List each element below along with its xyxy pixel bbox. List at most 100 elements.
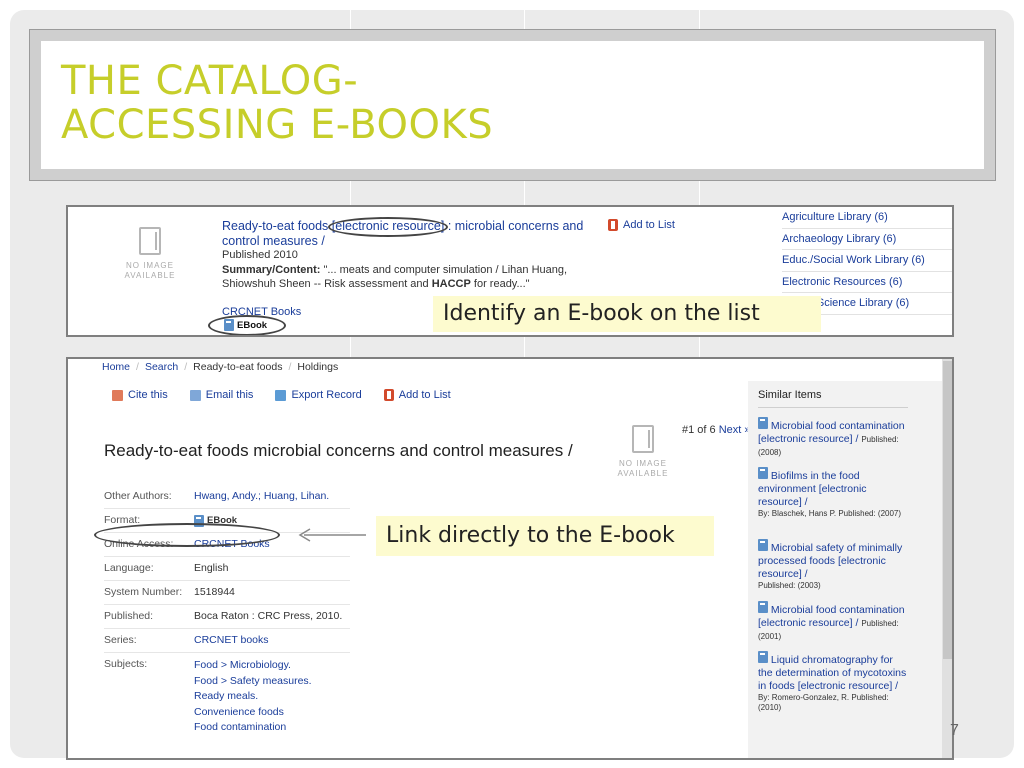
authors-link[interactable]: Hwang, Andy.; Huang, Lihan. bbox=[194, 490, 329, 503]
no-image-label: NO IMAGE bbox=[125, 261, 174, 270]
page-number: 7 bbox=[950, 722, 959, 739]
detail-label: Subjects: bbox=[104, 658, 148, 670]
add-to-list-button[interactable]: Add to List bbox=[383, 389, 451, 401]
detail-row: Subjects: Food > Microbiology. Food > Sa… bbox=[104, 653, 350, 741]
detail-label: System Number: bbox=[104, 586, 183, 598]
cite-this-label: Cite this bbox=[128, 389, 168, 401]
email-icon bbox=[189, 389, 201, 401]
add-to-list-button[interactable]: Add to List bbox=[608, 219, 675, 231]
no-image-placeholder: NO IMAGE AVAILABLE bbox=[120, 227, 180, 281]
results-list-screenshot: NO IMAGE AVAILABLE Ready-to-eat foods [e… bbox=[66, 205, 954, 337]
detail-label: Other Authors: bbox=[104, 490, 172, 502]
ebook-icon bbox=[758, 651, 768, 663]
similar-item[interactable]: Microbial safety of minimally processed … bbox=[758, 539, 908, 591]
record-pagination: #1 of 6 Next » bbox=[682, 424, 751, 436]
subject-link[interactable]: Food > Microbiology. bbox=[194, 658, 312, 674]
similar-item-title: Biofilms in the food environment [electr… bbox=[758, 470, 867, 508]
summary-label: Summary/Content: bbox=[222, 264, 321, 276]
detail-row: System Number: 1518944 bbox=[104, 581, 350, 605]
ebook-icon bbox=[758, 467, 768, 479]
similar-item-meta: By: Romero-Gonzalez, R. Published: (2010… bbox=[758, 693, 889, 712]
email-this-label: Email this bbox=[205, 389, 254, 401]
similar-item-meta: By: Blaschek, Hans P. Published: (2007) bbox=[758, 509, 902, 518]
subject-link[interactable]: Food contamination bbox=[194, 720, 312, 736]
breadcrumb-holdings: Holdings bbox=[297, 361, 339, 373]
record-title: Ready-to-eat foods microbial concerns an… bbox=[104, 441, 573, 460]
record-detail-screenshot: Home / Search / Ready-to-eat foods / Holdin… bbox=[66, 357, 954, 760]
system-number-value: 1518944 bbox=[194, 586, 235, 598]
title-box: THE CATALOG- ACCESSING E-BOOKS bbox=[29, 29, 996, 181]
book-icon bbox=[632, 425, 654, 453]
record-position: #1 of 6 bbox=[682, 424, 719, 436]
book-icon bbox=[139, 227, 161, 255]
facet-item[interactable]: Agriculture Library (6) bbox=[782, 207, 952, 229]
subjects-list: Food > Microbiology. Food > Safety measu… bbox=[194, 658, 312, 736]
export-record-label: Export Record bbox=[291, 389, 362, 401]
ebook-icon bbox=[758, 539, 768, 551]
detail-row: Language: English bbox=[104, 557, 350, 581]
breadcrumb: Home / Search / Ready-to-eat foods / Holdin… bbox=[102, 361, 338, 373]
cite-this-button[interactable]: Cite this bbox=[112, 389, 168, 401]
title-line-2: ACCESSING E-BOOKS bbox=[61, 102, 494, 148]
breadcrumb-separator: / bbox=[184, 361, 188, 373]
add-to-list-label: Add to List bbox=[623, 219, 675, 231]
facet-item[interactable]: Educ./Social Work Library (6) bbox=[782, 250, 952, 272]
highlight-oval bbox=[94, 523, 280, 547]
cite-icon bbox=[112, 389, 123, 401]
detail-label: Series: bbox=[104, 634, 137, 646]
facet-item[interactable]: Archaeology Library (6) bbox=[782, 229, 952, 250]
subject-link[interactable]: Food > Safety measures. bbox=[194, 674, 312, 690]
series-link[interactable]: CRCNET books bbox=[194, 634, 269, 647]
breadcrumb-home[interactable]: Home bbox=[102, 361, 130, 373]
detail-row: Published: Boca Raton : CRC Press, 2010. bbox=[104, 605, 350, 629]
similar-item[interactable]: Microbial food contamination [electronic… bbox=[758, 417, 908, 459]
language-value: English bbox=[194, 562, 229, 574]
title-part: Ready-to-eat foods bbox=[222, 219, 332, 233]
similar-items-heading: Similar Items bbox=[758, 389, 908, 408]
arrow-icon bbox=[298, 528, 366, 542]
highlight-oval bbox=[208, 315, 286, 335]
email-this-button[interactable]: Email this bbox=[189, 389, 254, 401]
no-image-label: AVAILABLE bbox=[124, 271, 176, 280]
summary-text: Summary/Content: "... meats and computer… bbox=[222, 263, 592, 291]
facet-item[interactable]: Electronic Resources (6) bbox=[782, 272, 952, 293]
slide-title: THE CATALOG- ACCESSING E-BOOKS bbox=[61, 59, 493, 147]
scrollbar[interactable] bbox=[942, 359, 952, 758]
title-line-1: THE CATALOG- bbox=[61, 58, 359, 104]
scrollbar-thumb[interactable] bbox=[943, 361, 952, 659]
published-year: Published 2010 bbox=[222, 249, 298, 261]
breadcrumb-separator: / bbox=[136, 361, 139, 373]
next-record-link[interactable]: Next » bbox=[719, 424, 751, 436]
summary-bold: HACCP bbox=[431, 278, 471, 290]
similar-item[interactable]: Liquid chromatography for the determinat… bbox=[758, 651, 908, 713]
summary-part: for ready..." bbox=[470, 278, 530, 290]
subject-link[interactable]: Convenience foods bbox=[194, 705, 312, 721]
similar-item[interactable]: Biofilms in the food environment [electr… bbox=[758, 467, 908, 519]
ebook-icon bbox=[758, 417, 768, 429]
callout-link-ebook: Link directly to the E-book bbox=[376, 516, 714, 556]
record-toolbar: Cite this Email this Export Record Add t… bbox=[112, 389, 451, 401]
similar-item-title: Liquid chromatography for the determinat… bbox=[758, 654, 907, 692]
subject-link[interactable]: Ready meals. bbox=[194, 689, 312, 705]
ebook-icon bbox=[758, 601, 768, 613]
detail-row: Other Authors: Hwang, Andy.; Huang, Lihan… bbox=[104, 485, 350, 509]
detail-label: Published: bbox=[104, 610, 154, 622]
highlight-oval bbox=[328, 217, 448, 237]
detail-label: Language: bbox=[104, 562, 154, 574]
breadcrumb-record: Ready-to-eat foods bbox=[193, 361, 283, 373]
similar-item[interactable]: Microbial food contamination [electronic… bbox=[758, 601, 908, 643]
list-icon bbox=[383, 389, 394, 401]
callout-identify-ebook: Identify an E-book on the list bbox=[433, 296, 821, 332]
published-value: Boca Raton : CRC Press, 2010. bbox=[194, 610, 343, 622]
export-icon bbox=[275, 389, 287, 401]
similar-item-meta: Published: (2003) bbox=[758, 581, 821, 590]
export-record-button[interactable]: Export Record bbox=[275, 389, 362, 401]
no-image-label: NO IMAGE bbox=[618, 459, 667, 468]
detail-row: Series: CRCNET books bbox=[104, 629, 350, 653]
breadcrumb-separator: / bbox=[288, 361, 292, 373]
list-icon bbox=[608, 219, 618, 231]
add-to-list-label: Add to List bbox=[398, 389, 451, 401]
similar-item-title: Microbial safety of minimally processed … bbox=[758, 542, 903, 580]
no-image-label: AVAILABLE bbox=[617, 469, 669, 478]
breadcrumb-search[interactable]: Search bbox=[145, 361, 178, 373]
